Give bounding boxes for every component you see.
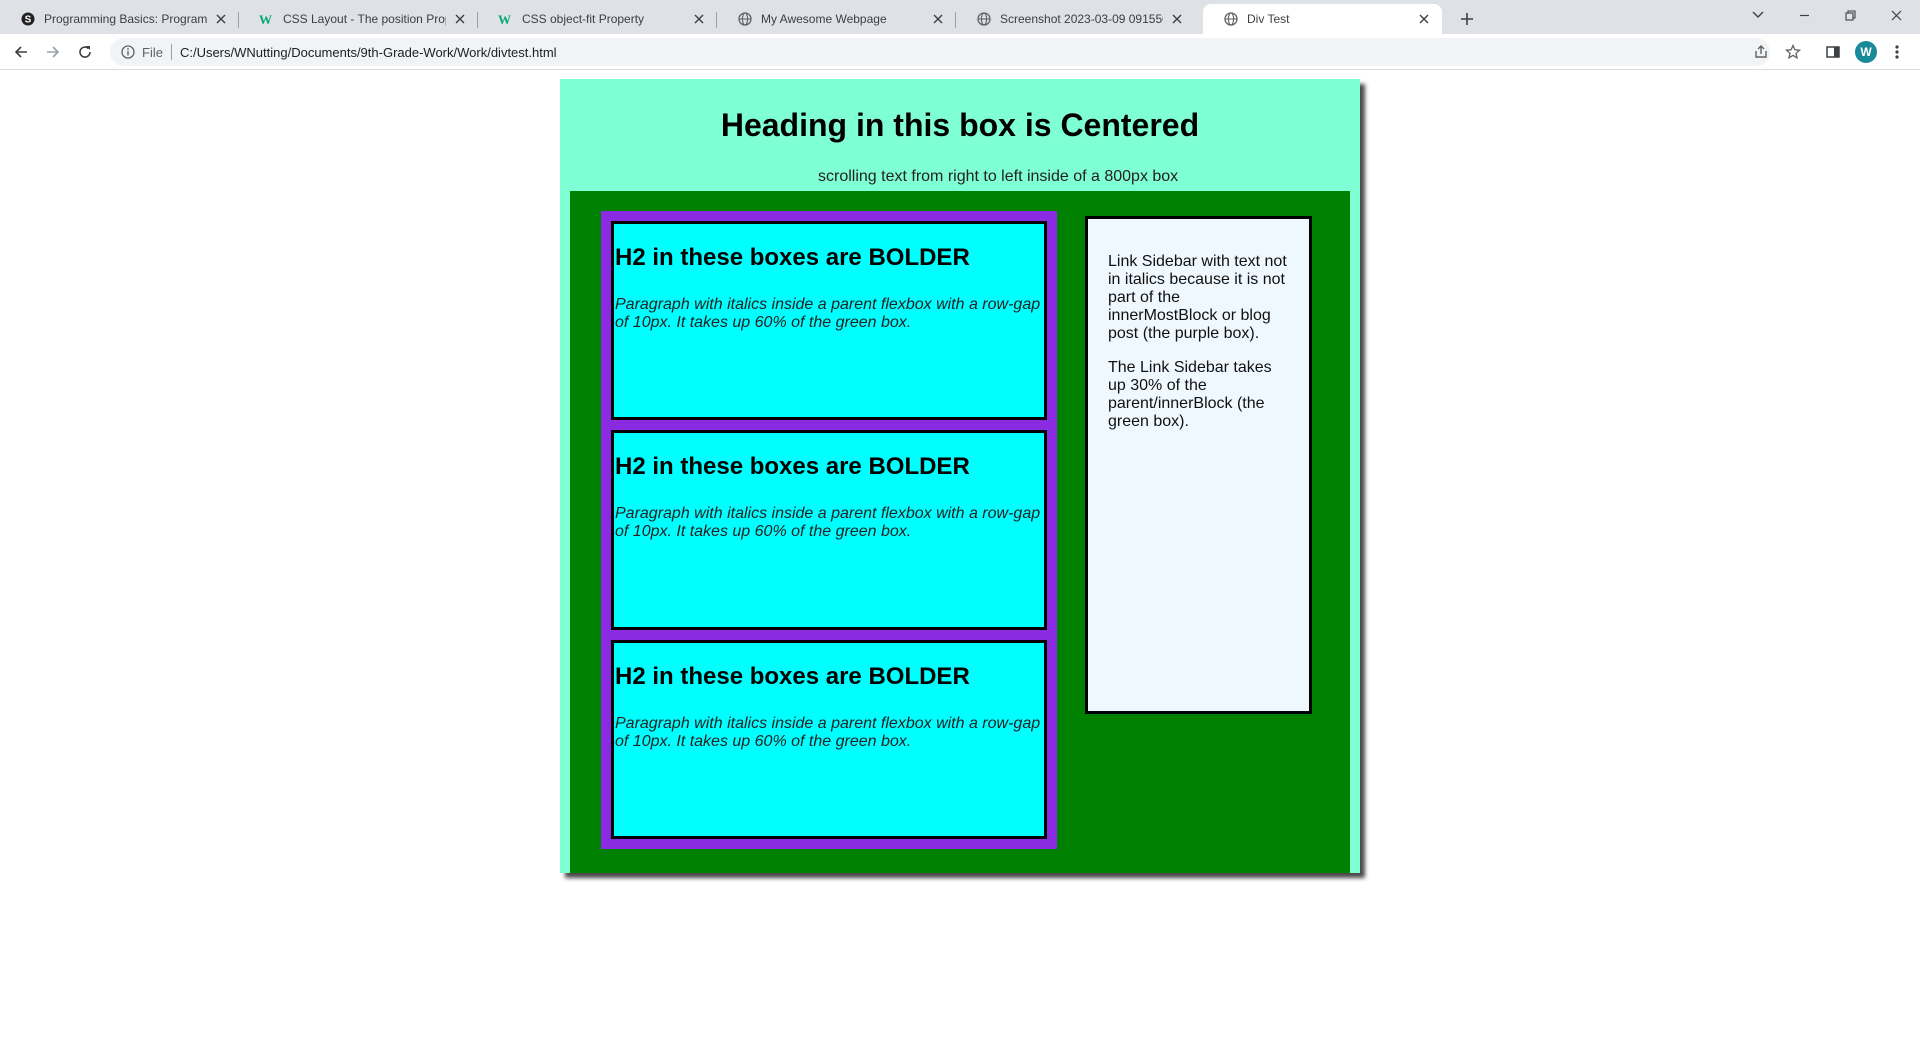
svg-text:S: S (25, 15, 32, 26)
reload-button[interactable] (72, 39, 98, 65)
card-paragraph: Paragraph with italics inside a parent f… (615, 714, 1041, 750)
card-paragraph: Paragraph with italics inside a parent f… (615, 505, 1041, 541)
menu-dots-icon[interactable] (1884, 39, 1910, 65)
tab-div-test[interactable]: Div Test (1203, 4, 1442, 34)
tab-screenshot[interactable]: Screenshot 2023-03-09 091550.p (956, 4, 1195, 34)
minimize-button[interactable] (1781, 0, 1827, 30)
close-window-button[interactable] (1873, 0, 1919, 30)
scrolling-marquee-text: scrolling text from right to left inside… (818, 168, 1179, 185)
tab-my-awesome-webpage[interactable]: My Awesome Webpage (717, 4, 956, 34)
close-icon[interactable] (1416, 11, 1432, 27)
inner-block: H2 in these boxes are BOLDER Paragraph w… (570, 191, 1350, 873)
restore-button[interactable] (1827, 0, 1873, 30)
w3schools-icon: W (498, 11, 514, 27)
tab-css-object-fit[interactable]: W CSS object-fit Property (478, 4, 717, 34)
globe-icon (1223, 11, 1239, 27)
card-paragraph: Paragraph with italics inside a parent f… (615, 296, 1041, 331)
tab-label: My Awesome Webpage (761, 12, 887, 26)
globe-icon (976, 11, 992, 27)
content-card: H2 in these boxes are BOLDER Paragraph w… (611, 221, 1047, 421)
card-heading: H2 in these boxes are BOLDER (615, 453, 970, 481)
content-card: H2 in these boxes are BOLDER Paragraph w… (611, 430, 1047, 630)
close-icon[interactable] (1169, 11, 1185, 27)
link-sidebar: Link Sidebar with text not in italics be… (1085, 216, 1312, 714)
close-icon[interactable] (930, 11, 946, 27)
svg-text:W: W (259, 12, 272, 26)
scheme-label: File (142, 44, 163, 60)
address-divider (170, 44, 172, 60)
tab-css-position[interactable]: W CSS Layout - The position Proper (239, 4, 478, 34)
sidebar-paragraph: The Link Sidebar takes up 30% of the par… (1108, 359, 1272, 430)
tab-label: CSS Layout - The position Proper (283, 12, 446, 26)
url-text[interactable]: C:/Users/WNutting/Documents/9th-Grade-Wo… (180, 45, 557, 60)
close-icon[interactable] (213, 11, 229, 27)
page-heading: Heading in this box is Centered (720, 107, 1200, 143)
sololearn-icon: S (20, 11, 36, 27)
browser-toolbar: File C:/Users/WNutting/Documents/9th-Gra… (0, 34, 1920, 70)
profile-avatar[interactable]: W (1855, 41, 1877, 63)
tab-label: Programming Basics: Programmi (44, 12, 207, 26)
close-icon[interactable] (452, 11, 468, 27)
close-icon[interactable] (691, 11, 707, 27)
bookmark-star-icon[interactable] (1780, 39, 1806, 65)
back-button[interactable] (8, 39, 34, 65)
w3schools-icon: W (259, 11, 275, 27)
new-tab-button[interactable] (1453, 5, 1481, 33)
card-heading: H2 in these boxes are BOLDER (615, 244, 970, 271)
info-icon[interactable] (120, 44, 136, 60)
tab-search-button[interactable] (1735, 0, 1781, 30)
tab-strip: S Programming Basics: Programmi W CSS La… (0, 0, 1920, 34)
outer-block: Heading in this box is Centered scrollin… (560, 79, 1360, 873)
tab-label: Screenshot 2023-03-09 091550.p (1000, 12, 1163, 26)
card-heading: H2 in these boxes are BOLDER (615, 662, 970, 690)
tab-programming-basics[interactable]: S Programming Basics: Programmi (0, 4, 239, 34)
address-bar[interactable]: File C:/Users/WNutting/Documents/9th-Gra… (110, 38, 1770, 66)
sidebar-paragraph: Link Sidebar with text not in italics be… (1108, 253, 1287, 342)
tab-label: CSS object-fit Property (522, 12, 645, 26)
tab-label: Div Test (1247, 12, 1290, 26)
side-panel-icon[interactable] (1820, 39, 1846, 65)
globe-icon (737, 11, 753, 27)
content-card: H2 in these boxes are BOLDER Paragraph w… (611, 639, 1047, 839)
forward-button[interactable] (40, 39, 66, 65)
share-icon[interactable] (1748, 39, 1774, 65)
inner-most-block: H2 in these boxes are BOLDER Paragraph w… (601, 211, 1057, 849)
svg-text:W: W (498, 12, 511, 26)
